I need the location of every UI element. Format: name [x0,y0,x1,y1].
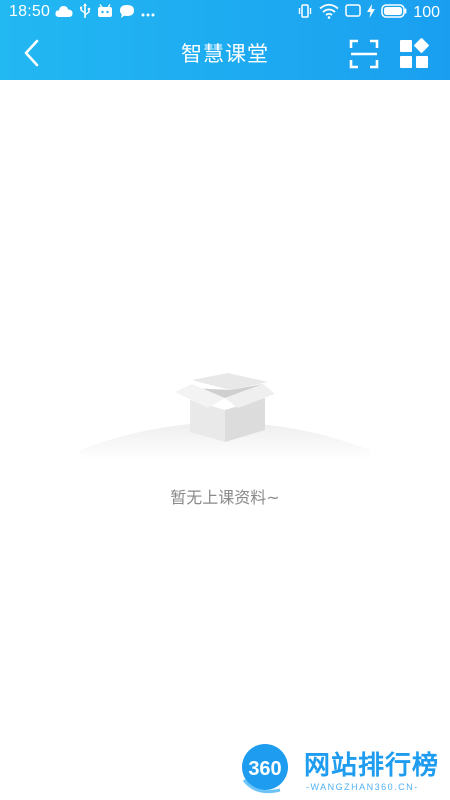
apps-button[interactable] [398,38,430,70]
more-dots-icon [141,4,155,22]
navbar: 智慧课堂 [0,26,450,80]
empty-message: 暂无上课资料~ [170,488,280,507]
cloud-icon [55,4,73,22]
watermark: 360 网站排行榜 -WANGZHAN360.CN- [236,740,446,800]
wifi-icon [319,3,339,23]
scan-button[interactable] [348,38,380,70]
status-right-icons: 100 [297,3,440,23]
battery-level: 100 [413,4,440,21]
page-title: 智慧课堂 [181,42,269,66]
apps-grid-icon [400,38,429,68]
screen-icon [345,4,362,22]
usb-icon [79,3,91,23]
empty-state: 暂无上课资料~ [0,370,450,510]
status-left-icons [55,3,155,23]
watermark-brand: 网站排行榜 [304,751,440,781]
status-bar: 18:50 100 [0,0,450,26]
empty-box-icon [80,373,370,460]
battery-icon [381,4,407,22]
scan-icon [349,39,379,69]
360-logo-icon: 360 [242,744,288,794]
android-icon [97,4,113,22]
chat-icon [119,4,135,23]
app-screen: 18:50 100 智慧课堂 暂无上课资料~ 360 网站排行榜 -WANGZH… [0,0,450,800]
vibrate-icon [297,3,313,23]
charging-icon [367,4,376,22]
status-time: 18:50 [9,3,51,20]
watermark-sub: -WANGZHAN360.CN- [306,782,419,792]
watermark-logo-text: 360 [248,758,281,780]
header: 18:50 100 智慧课堂 [0,0,450,80]
